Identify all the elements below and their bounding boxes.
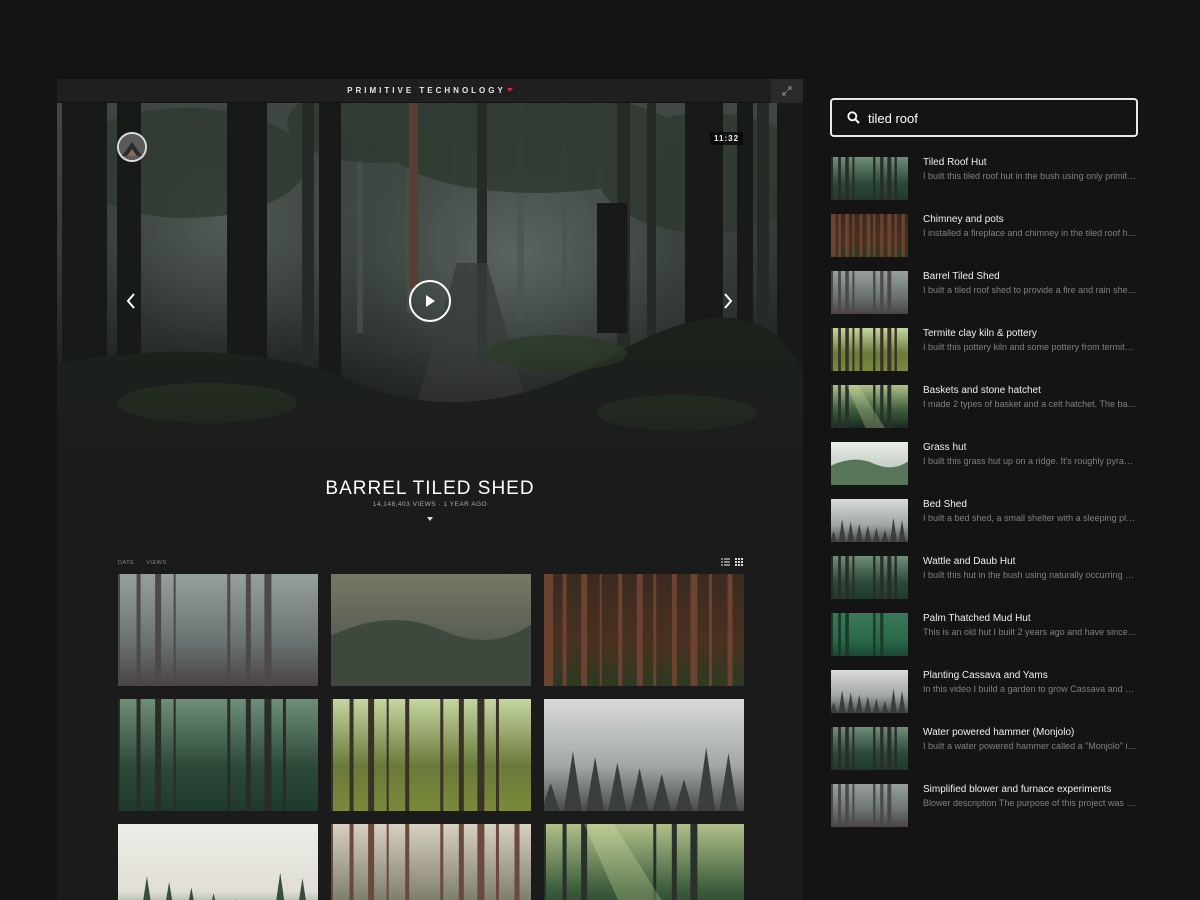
- result-thumbnail[interactable]: [831, 499, 908, 542]
- result-thumbnail[interactable]: [831, 385, 908, 428]
- search-result-item[interactable]: Baskets and stone hatchet I made 2 types…: [831, 384, 1141, 441]
- result-description: I built this grass hut up on a ridge. It…: [923, 456, 1137, 466]
- result-description: I installed a fireplace and chimney in t…: [923, 228, 1137, 238]
- result-title[interactable]: Grass hut: [923, 442, 966, 453]
- result-title[interactable]: Water powered hammer (Monjolo): [923, 727, 1074, 738]
- channel-switcher[interactable]: PRIMITIVE TECHNOLOGY: [57, 86, 803, 95]
- grid-view-icon[interactable]: [735, 558, 743, 566]
- expand-icon[interactable]: [782, 86, 792, 96]
- duration-badge: 11:32: [710, 132, 744, 145]
- search-result-item[interactable]: Bed Shed I built a bed shed, a small she…: [831, 498, 1141, 555]
- result-description: I made 2 types of basket and a celt hatc…: [923, 399, 1137, 409]
- search-input[interactable]: [868, 106, 1128, 130]
- thumbnail-image: [118, 574, 318, 686]
- play-icon[interactable]: [424, 294, 436, 308]
- search-result-item[interactable]: Planting Cassava and Yams In this video …: [831, 669, 1141, 726]
- video-thumbnail[interactable]: [544, 574, 744, 686]
- previous-video-button[interactable]: [121, 291, 141, 311]
- result-title[interactable]: Planting Cassava and Yams: [923, 670, 1048, 681]
- next-video-button[interactable]: [718, 291, 738, 311]
- result-thumbnail[interactable]: [831, 442, 908, 485]
- caret-down-icon[interactable]: [427, 517, 433, 521]
- video-title: BARREL TILED SHED: [325, 478, 535, 499]
- grid-toolbar: DATE VIEWS: [118, 557, 745, 569]
- chevron-right-icon[interactable]: [723, 293, 733, 309]
- video-thumbnail[interactable]: [331, 824, 531, 900]
- result-description: I built this hut in the bush using natur…: [923, 570, 1137, 580]
- search-result-item[interactable]: Wattle and Daub Hut I built this hut in …: [831, 555, 1141, 612]
- result-title[interactable]: Barrel Tiled Shed: [923, 271, 1000, 282]
- search-result-item[interactable]: Palm Thatched Mud Hut This is an old hut…: [831, 612, 1141, 669]
- result-title[interactable]: Wattle and Daub Hut: [923, 556, 1015, 567]
- video-meta: 14,148,403 VIEWS · 1 YEAR AGO: [57, 501, 803, 508]
- avatar-image: [119, 134, 145, 160]
- result-description: In this video I build a garden to grow C…: [923, 684, 1137, 694]
- result-description: Blower description The purpose of this p…: [923, 798, 1137, 808]
- channel-caret-icon[interactable]: [506, 88, 513, 92]
- video-thumbnail[interactable]: [118, 824, 318, 900]
- meta-separator: ·: [438, 501, 442, 508]
- video-thumbnail[interactable]: [544, 824, 744, 900]
- result-description: This is an old hut I built 2 years ago a…: [923, 627, 1137, 637]
- video-thumbnail[interactable]: [544, 699, 744, 811]
- result-description: I built this tiled roof hut in the bush …: [923, 171, 1137, 181]
- search-result-item[interactable]: Termite clay kiln & pottery I built this…: [831, 327, 1141, 384]
- result-description: I built a water powered hammer called a …: [923, 741, 1137, 751]
- channel-avatar[interactable]: [117, 132, 147, 162]
- search-result-item[interactable]: Simplified blower and furnace experiment…: [831, 783, 1141, 840]
- result-title[interactable]: Simplified blower and furnace experiment…: [923, 784, 1111, 795]
- top-bar: PRIMITIVE TECHNOLOGY: [57, 79, 803, 103]
- video-grid: [118, 574, 744, 900]
- thumbnail-image: [544, 824, 744, 900]
- result-thumbnail[interactable]: [831, 727, 908, 770]
- thumbnail-image: [118, 824, 318, 900]
- search-result-item[interactable]: Chimney and pots I installed a fireplace…: [831, 213, 1141, 270]
- sort-by-views[interactable]: VIEWS: [146, 557, 166, 569]
- view-count: 14,148,403 VIEWS: [372, 501, 437, 508]
- result-title[interactable]: Tiled Roof Hut: [923, 157, 987, 168]
- thumbnail-image: [118, 699, 318, 811]
- thumbnail-image: [544, 699, 744, 811]
- result-thumbnail[interactable]: [831, 328, 908, 371]
- result-thumbnail[interactable]: [831, 784, 908, 827]
- result-title[interactable]: Chimney and pots: [923, 214, 1004, 225]
- thumbnail-image: [331, 574, 531, 686]
- fullscreen-button[interactable]: [771, 79, 803, 103]
- search-box[interactable]: [830, 98, 1138, 137]
- result-description: I built a tiled roof shed to provide a f…: [923, 285, 1137, 295]
- result-thumbnail[interactable]: [831, 670, 908, 713]
- play-button[interactable]: [409, 280, 451, 322]
- video-thumbnail[interactable]: [331, 574, 531, 686]
- search-result-item[interactable]: Tiled Roof Hut I built this tiled roof h…: [831, 156, 1141, 213]
- chevron-left-icon[interactable]: [126, 293, 136, 309]
- result-title[interactable]: Palm Thatched Mud Hut: [923, 613, 1031, 624]
- result-thumbnail[interactable]: [831, 214, 908, 257]
- search-results: Tiled Roof Hut I built this tiled roof h…: [831, 156, 1141, 840]
- result-description: I built this pottery kiln and some potte…: [923, 342, 1137, 352]
- result-thumbnail[interactable]: [831, 556, 908, 599]
- channel-name[interactable]: PRIMITIVE TECHNOLOGY: [347, 86, 506, 95]
- video-player[interactable]: 11:32 BARREL TILED SHED 14,148,403 VIEWS…: [57, 103, 803, 523]
- search-icon: [847, 111, 860, 124]
- result-title[interactable]: Bed Shed: [923, 499, 967, 510]
- result-thumbnail[interactable]: [831, 271, 908, 314]
- result-thumbnail[interactable]: [831, 613, 908, 656]
- sort-by-date[interactable]: DATE: [118, 557, 134, 569]
- search-result-item[interactable]: Barrel Tiled Shed I built a tiled roof s…: [831, 270, 1141, 327]
- thumbnail-image: [331, 824, 531, 900]
- thumbnail-image: [544, 574, 744, 686]
- video-thumbnail[interactable]: [118, 574, 318, 686]
- video-thumbnail[interactable]: [331, 699, 531, 811]
- result-description: I built a bed shed, a small shelter with…: [923, 513, 1137, 523]
- search-result-item[interactable]: Water powered hammer (Monjolo) I built a…: [831, 726, 1141, 783]
- result-title[interactable]: Termite clay kiln & pottery: [923, 328, 1037, 339]
- result-thumbnail[interactable]: [831, 157, 908, 200]
- result-title[interactable]: Baskets and stone hatchet: [923, 385, 1041, 396]
- video-thumbnail[interactable]: [118, 699, 318, 811]
- search-result-item[interactable]: Grass hut I built this grass hut up on a…: [831, 441, 1141, 498]
- upload-age: 1 YEAR AGO: [443, 501, 488, 508]
- video-panel: PRIMITIVE TECHNOLOGY 11:32 BARREL TILED …: [57, 79, 803, 900]
- list-view-icon[interactable]: [721, 558, 730, 566]
- thumbnail-image: [331, 699, 531, 811]
